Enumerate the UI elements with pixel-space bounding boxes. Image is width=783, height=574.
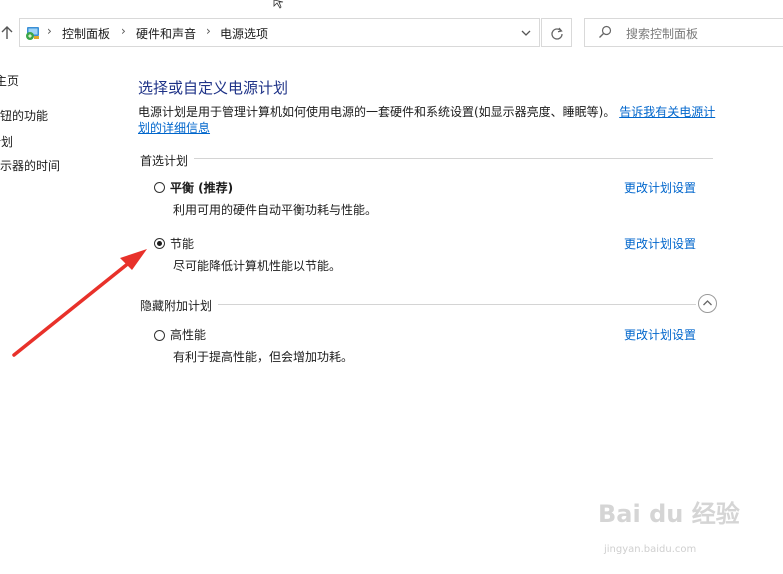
baidu-url: jingyan.baidu.com [604, 544, 697, 555]
baidu-logo: Bai du 经验 [598, 500, 740, 528]
red-arrow-annotation [12, 249, 147, 357]
